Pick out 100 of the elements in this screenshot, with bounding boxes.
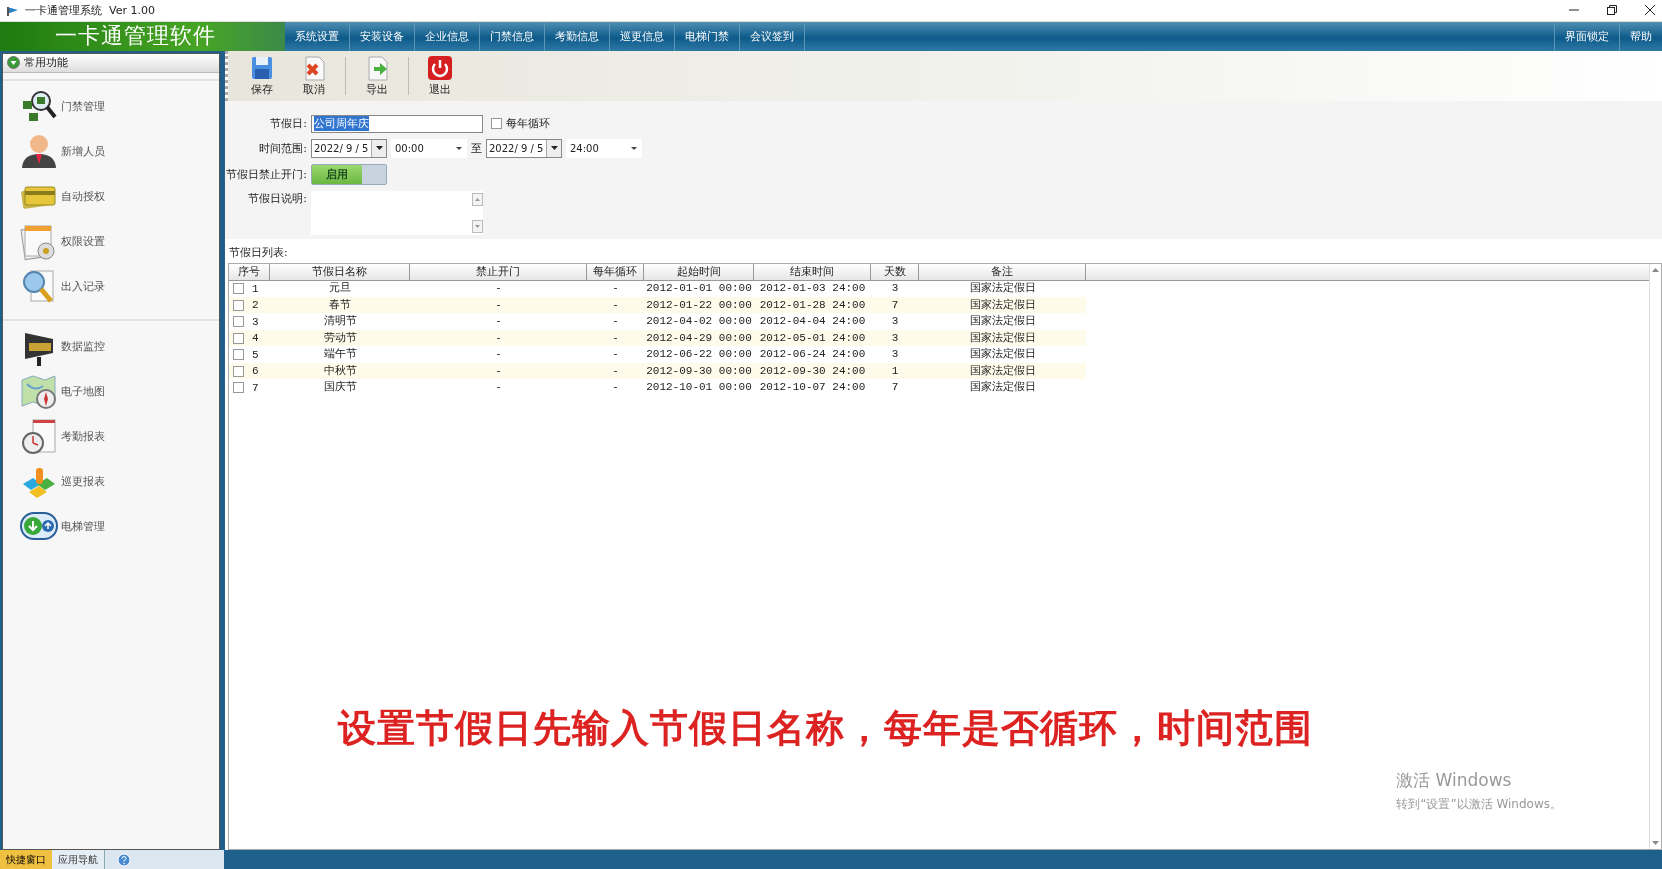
checkbox[interactable]: [233, 365, 244, 377]
date-picker[interactable]: 2022/ 9 / 5: [486, 138, 562, 158]
menu-item[interactable]: 会议签到: [740, 21, 805, 51]
time-picker[interactable]: 24:00: [566, 138, 642, 158]
checkbox[interactable]: [491, 118, 502, 130]
table-cell: 国家法定假日: [969, 314, 1036, 328]
table-cell: -: [496, 314, 501, 328]
table-cell-text: 2: [252, 298, 259, 314]
table-cell: 劳动节: [323, 330, 357, 344]
field-label: 节假日禁止开门:: [225, 166, 307, 182]
column-header[interactable]: 结束时间: [754, 263, 871, 281]
table-cell: -: [496, 297, 501, 311]
table-cell-text: 1: [252, 281, 259, 297]
menu-item[interactable]: 电梯门禁: [675, 21, 740, 51]
description-field[interactable]: [311, 190, 483, 235]
activation-text: 转到“设置”以激活 Windows。: [1396, 795, 1562, 813]
date-picker[interactable]: 2022/ 9 / 5: [311, 138, 387, 158]
table-cell-text: 7: [252, 380, 259, 396]
window-title: 一卡通管理系统 Ver 1.00: [25, 3, 156, 18]
sidebar-item[interactable]: 门禁管理: [61, 99, 105, 115]
sidebar-item[interactable]: 权限设置: [61, 234, 105, 250]
bottom-tab[interactable]: 快捷窗口: [0, 850, 52, 869]
table-cell: 2012-04-04 24:00: [759, 315, 866, 328]
column-header[interactable]: 备注: [919, 263, 1086, 281]
column-header[interactable]: 天数: [871, 263, 919, 281]
sidebar-header: 常用功能: [24, 55, 68, 71]
table-cell: 2012-10-07 24:00: [759, 381, 866, 394]
menu-item[interactable]: 界面锁定: [1554, 21, 1619, 51]
bottom-tab[interactable]: 应用导航: [52, 850, 104, 869]
sidebar-item[interactable]: 数据监控: [61, 339, 105, 355]
table-cell-text: 6: [252, 364, 259, 380]
column-header[interactable]: 每年循环: [587, 263, 644, 281]
sidebar-item[interactable]: 电梯管理: [61, 519, 105, 535]
table-cell: -: [496, 363, 501, 377]
table-cell-text: 3: [252, 314, 259, 330]
menu-item[interactable]: 系统设置: [285, 21, 350, 51]
power-icon: [427, 54, 453, 81]
field-label: 节假日:: [269, 116, 307, 132]
sidebar-item[interactable]: 新增人员: [61, 144, 105, 160]
table-cell: -: [613, 314, 618, 328]
toolbar-button[interactable]: 导出: [353, 54, 401, 97]
table-cell: 2012-10-01 00:00: [646, 381, 752, 394]
menu-item[interactable]: 考勤信息: [545, 21, 610, 51]
sidebar-item[interactable]: 自动授权: [61, 189, 105, 205]
table-cell: 清明节: [323, 314, 357, 328]
column-header[interactable]: 起始时间: [644, 263, 754, 281]
table-cell: -: [613, 380, 618, 394]
table-cell: -: [496, 330, 501, 344]
checkbox[interactable]: [233, 316, 244, 328]
table-cell: 国家法定假日: [969, 347, 1036, 361]
sidebar-item[interactable]: 考勤报表: [61, 429, 105, 445]
table-cell: -: [613, 330, 618, 344]
table-cell: 2012-09-30 00:00: [646, 364, 752, 377]
field-label: 节假日说明:: [247, 190, 307, 206]
table-cell: 中秋节: [323, 363, 357, 377]
checkbox[interactable]: [233, 382, 244, 394]
holiday-name-field[interactable]: 公司周年庆: [311, 114, 483, 133]
video-caption: 设置节假日先输入节假日名称，每年是否循环，时间范围: [338, 704, 1313, 752]
table-cell: 3: [891, 282, 899, 295]
column-header[interactable]: 禁止开门: [410, 263, 587, 281]
column-header[interactable]: 序号: [229, 263, 270, 281]
checkbox[interactable]: [233, 332, 244, 344]
scroll-down-icon: [1651, 839, 1660, 847]
table-cell: 3: [891, 348, 899, 361]
table-cell: 2012-01-03 24:00: [759, 282, 866, 295]
checkbox[interactable]: [233, 299, 244, 311]
save-icon: [249, 54, 275, 81]
menu-item[interactable]: 帮助: [1619, 21, 1662, 51]
checkbox[interactable]: [233, 283, 244, 295]
menu-item[interactable]: 巡更信息: [610, 21, 675, 51]
scroll-down-icon: [472, 219, 483, 233]
field-label: 时间范围:: [258, 140, 307, 156]
table-cell: -: [613, 281, 618, 295]
toolbar-button[interactable]: 取消: [290, 54, 338, 97]
toolbar-button[interactable]: 保存: [238, 54, 286, 97]
sidebar-item[interactable]: 电子地图: [61, 384, 105, 400]
dropdown-icon: [549, 144, 559, 153]
table-cell: 3: [891, 315, 899, 328]
sidebar-item[interactable]: 巡更报表: [61, 474, 105, 490]
menu-item[interactable]: 门禁信息: [480, 21, 545, 51]
scroll-up-icon: [1651, 265, 1660, 274]
time-picker[interactable]: 00:00: [391, 138, 467, 158]
toolbar-button[interactable]: 退出: [416, 54, 464, 97]
toggle-switch[interactable]: 启用: [311, 163, 387, 185]
table-cell: 国家法定假日: [969, 363, 1036, 377]
menu-item[interactable]: 企业信息: [415, 21, 480, 51]
checkbox[interactable]: [233, 349, 244, 361]
table-cell: 国家法定假日: [969, 281, 1036, 295]
menu-item[interactable]: 安装设备: [350, 21, 415, 51]
sidebar-item[interactable]: 出入记录: [61, 279, 105, 295]
table-cell: 春节: [329, 297, 351, 311]
help-icon: [117, 852, 131, 867]
activation-title: 激活 Windows: [1396, 768, 1513, 792]
column-header[interactable]: 节假日名称: [270, 263, 410, 281]
table-cell: -: [496, 380, 501, 394]
table-cell: 2012-04-02 00:00: [646, 315, 752, 328]
table-cell: 2012-06-22 00:00: [646, 348, 752, 361]
table-cell: 2012-01-01 00:00: [646, 282, 752, 295]
table-cell: 国家法定假日: [969, 380, 1036, 394]
collapse-icon: [7, 56, 20, 70]
